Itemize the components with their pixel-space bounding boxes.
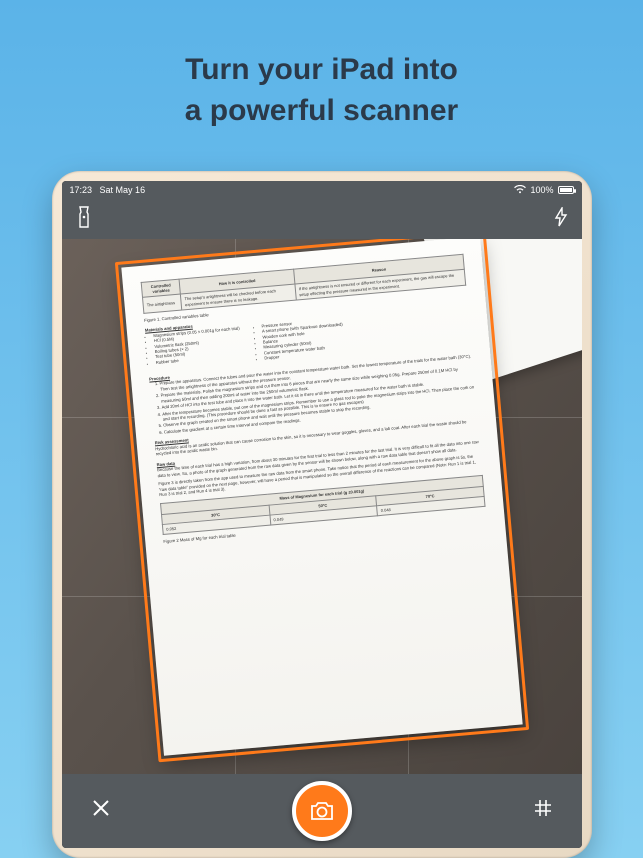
status-bar: 17:23 Sat May 16 100% [62, 181, 582, 199]
detected-document: Controlled variables How it is controlle… [121, 239, 522, 756]
ipad-device-frame: 17:23 Sat May 16 100% [52, 171, 592, 858]
camera-viewfinder: Controlled variables How it is controlle… [62, 239, 582, 774]
status-time: 17:23 [70, 185, 93, 195]
close-icon[interactable] [90, 797, 112, 825]
shutter-button[interactable] [292, 781, 352, 841]
status-date: Sat May 16 [100, 185, 146, 195]
flash-mode-icon[interactable] [554, 207, 568, 232]
grid-toggle-icon[interactable] [532, 797, 554, 825]
scanner-top-toolbar [62, 199, 582, 239]
battery-percent: 100% [530, 185, 553, 195]
camera-icon [309, 800, 335, 822]
ipad-screen: 17:23 Sat May 16 100% [62, 181, 582, 848]
headline-line-1: Turn your iPad into [185, 50, 458, 91]
wifi-icon [514, 185, 526, 196]
document-detection-outline [114, 239, 528, 762]
scanner-bottom-toolbar [62, 774, 582, 848]
headline-line-2: a powerful scanner [185, 91, 458, 132]
battery-icon [558, 186, 574, 194]
flashlight-icon[interactable] [76, 206, 92, 233]
marketing-headline: Turn your iPad into a powerful scanner [185, 50, 458, 131]
